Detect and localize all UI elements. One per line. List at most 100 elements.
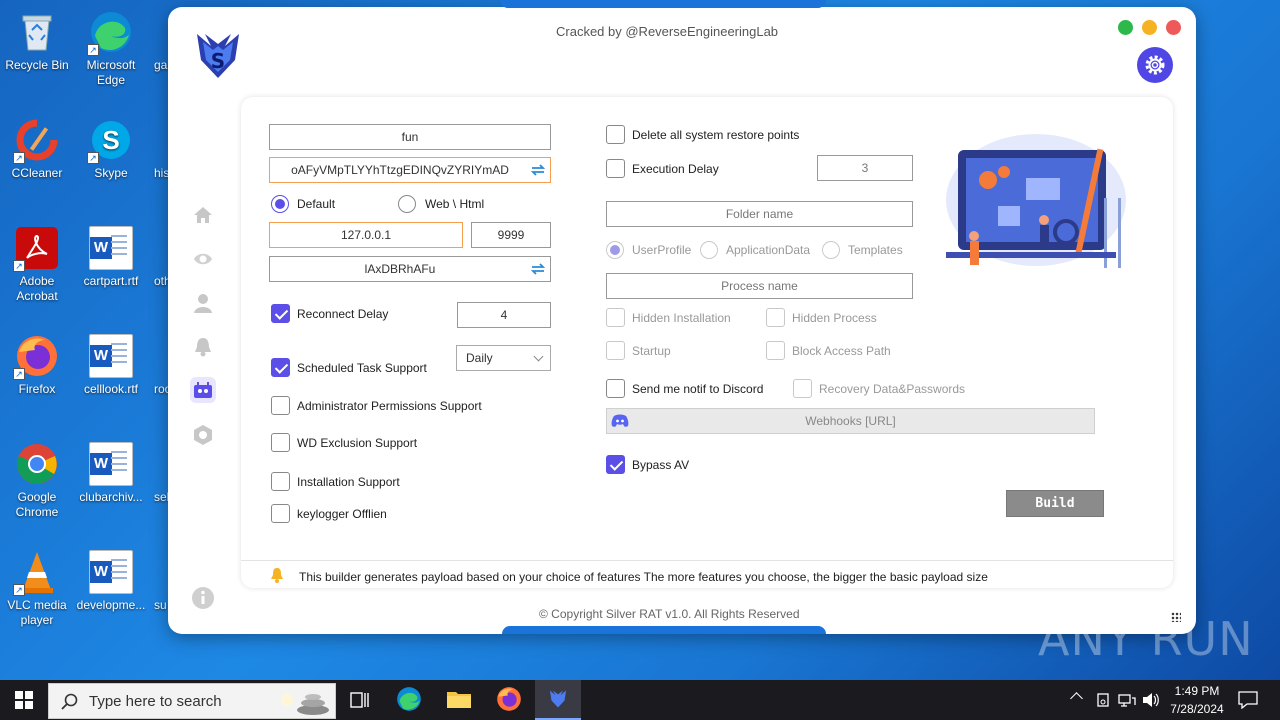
hidden-process-label: Hidden Process <box>792 311 877 325</box>
key-value: oAFyVMpTLYYhTtzgEDINQvZYRIYmAD <box>291 163 509 177</box>
sidebar-builder-button[interactable] <box>190 377 216 403</box>
desktop-icon-development[interactable]: W developme... <box>74 550 148 613</box>
schedule-dropdown[interactable]: Daily <box>456 345 551 371</box>
process-name-input[interactable]: Process name <box>606 273 913 299</box>
desktop-icon-clubarchive[interactable]: W clubarchiv... <box>74 442 148 505</box>
key-input[interactable]: oAFyVMpTLYYhTtzgEDINQvZYRIYmAD <box>269 157 551 183</box>
gear-icon <box>1145 55 1165 75</box>
clock-time[interactable]: 1:49 PM <box>1160 684 1234 698</box>
keylogger-offline-label: keylogger Offlien <box>297 507 387 521</box>
block-access-path-checkbox[interactable] <box>766 341 785 360</box>
window-notch-bottom <box>502 626 826 634</box>
desktop-icon-label: Adobe Acrobat <box>16 274 58 303</box>
host-input[interactable]: 127.0.0.1 <box>269 222 463 248</box>
templates-radio[interactable] <box>822 241 840 259</box>
folder-name-input[interactable]: Folder name <box>606 201 913 227</box>
volume-icon[interactable] <box>1142 692 1160 708</box>
taskbar-search-box[interactable]: Type here to search <box>48 683 336 719</box>
minimize-dot-button[interactable] <box>1118 20 1133 35</box>
execution-delay-checkbox[interactable] <box>606 159 625 178</box>
schedule-selected: Daily <box>466 351 493 365</box>
desktop-icon-firefox[interactable]: ↗ Firefox <box>0 334 74 397</box>
sidebar-home-button[interactable] <box>190 202 216 228</box>
web-html-radio[interactable] <box>398 195 416 213</box>
keylogger-offline-checkbox[interactable] <box>271 504 290 523</box>
build-button[interactable]: Build <box>1006 490 1104 517</box>
desktop-icon-label: cartpart.rtf <box>83 274 139 288</box>
applicationdata-radio[interactable] <box>700 241 718 259</box>
close-dot-button[interactable] <box>1166 20 1181 35</box>
mutex-value: lAxDBRhAFu <box>364 262 436 276</box>
info-icon <box>192 587 214 609</box>
reconnect-delay-input[interactable]: 4 <box>457 302 551 328</box>
hidden-installation-checkbox[interactable] <box>606 308 625 327</box>
wd-exclusion-checkbox[interactable] <box>271 433 290 452</box>
regenerate-icon[interactable] <box>530 261 546 277</box>
builder-notice: This builder generates payload based on … <box>299 570 988 584</box>
port-input[interactable]: 9999 <box>471 222 551 248</box>
sidebar-monitor-button[interactable] <box>190 246 216 272</box>
userprofile-radio[interactable] <box>606 241 624 259</box>
hidden-process-checkbox[interactable] <box>766 308 785 327</box>
default-radio[interactable] <box>271 195 289 213</box>
windows-icon <box>15 691 33 709</box>
desktop-icon-vlc[interactable]: ↗ VLC media player <box>0 550 74 628</box>
developer-illustration <box>936 128 1126 278</box>
desktop-icon-skype[interactable]: S ↗ Skype <box>74 118 148 181</box>
desktop-icon-recycle-bin[interactable]: Recycle Bin <box>0 10 74 73</box>
word-document-icon: W <box>89 550 133 594</box>
webhooks-input[interactable]: Webhooks [URL] <box>606 408 1095 434</box>
execution-delay-input[interactable]: 3 <box>817 155 913 181</box>
taskbar-edge-button[interactable] <box>396 686 424 714</box>
desktop-icon-edge[interactable]: ↗ Microsoft Edge <box>74 10 148 88</box>
sidebar-info-button[interactable] <box>190 585 216 611</box>
svg-text:S: S <box>102 125 119 155</box>
recycle-bin-icon <box>15 10 59 54</box>
desktop-icon-adobe-acrobat[interactable]: ↗ Adobe Acrobat <box>0 226 74 304</box>
bypass-av-checkbox[interactable] <box>606 455 625 474</box>
delete-restore-points-checkbox[interactable] <box>606 125 625 144</box>
reconnect-delay-checkbox[interactable] <box>271 304 290 323</box>
desktop-icon-celllook[interactable]: W celllook.rtf <box>74 334 148 397</box>
clock-date[interactable]: 7/28/2024 <box>1160 702 1234 716</box>
installation-support-checkbox[interactable] <box>271 472 290 491</box>
desktop-icon-ccleaner[interactable]: ↗ CCleaner <box>0 118 74 181</box>
bell-icon <box>195 338 211 357</box>
chrome-icon <box>15 442 59 486</box>
sidebar-notifications-button[interactable] <box>190 334 216 360</box>
notifications-icon[interactable] <box>1238 691 1258 709</box>
desktop-icon-label: CCleaner <box>11 166 63 180</box>
admin-permissions-checkbox[interactable] <box>271 396 290 415</box>
webhooks-placeholder: Webhooks [URL] <box>805 414 896 428</box>
anyrun-watermark: ANY RUN <box>1038 612 1254 666</box>
start-button[interactable] <box>0 680 48 720</box>
tray-device-icon[interactable] <box>1096 692 1112 708</box>
mutex-input[interactable]: lAxDBRhAFu <box>269 256 551 282</box>
taskbar-silver-rat-button[interactable] <box>535 680 581 720</box>
sidebar-user-button[interactable] <box>190 290 216 316</box>
taskbar-explorer-button[interactable] <box>446 686 474 714</box>
taskbar-firefox-button[interactable] <box>496 686 524 714</box>
desktop-icon-label: Skype <box>94 166 128 180</box>
maximize-dot-button[interactable] <box>1142 20 1157 35</box>
task-view-button[interactable] <box>346 688 374 712</box>
vlc-icon: ↗ <box>13 550 59 596</box>
desktop-icon-cartpart[interactable]: W cartpart.rtf <box>74 226 148 289</box>
copyright-text: © Copyright Silver RAT v1.0. All Rights … <box>539 607 800 621</box>
desktop-icon-label: Firefox <box>18 382 56 396</box>
startup-checkbox[interactable] <box>606 341 625 360</box>
regenerate-icon[interactable] <box>530 162 546 178</box>
discord-notif-checkbox[interactable] <box>606 379 625 398</box>
chevron-down-icon <box>533 351 544 362</box>
name-input[interactable]: fun <box>269 124 551 150</box>
installation-support-label: Installation Support <box>297 475 400 489</box>
scheduled-task-checkbox[interactable] <box>271 358 290 377</box>
startup-label: Startup <box>632 344 671 358</box>
settings-gear-button[interactable] <box>1137 47 1173 83</box>
network-icon[interactable] <box>1118 692 1136 708</box>
desktop-icon-google-chrome[interactable]: Google Chrome <box>0 442 74 520</box>
sidebar-settings-button[interactable] <box>190 422 216 448</box>
recovery-data-checkbox[interactable] <box>793 379 812 398</box>
delete-restore-points-label: Delete all system restore points <box>632 128 800 142</box>
desktop-icon-label: clubarchiv... <box>79 490 143 504</box>
